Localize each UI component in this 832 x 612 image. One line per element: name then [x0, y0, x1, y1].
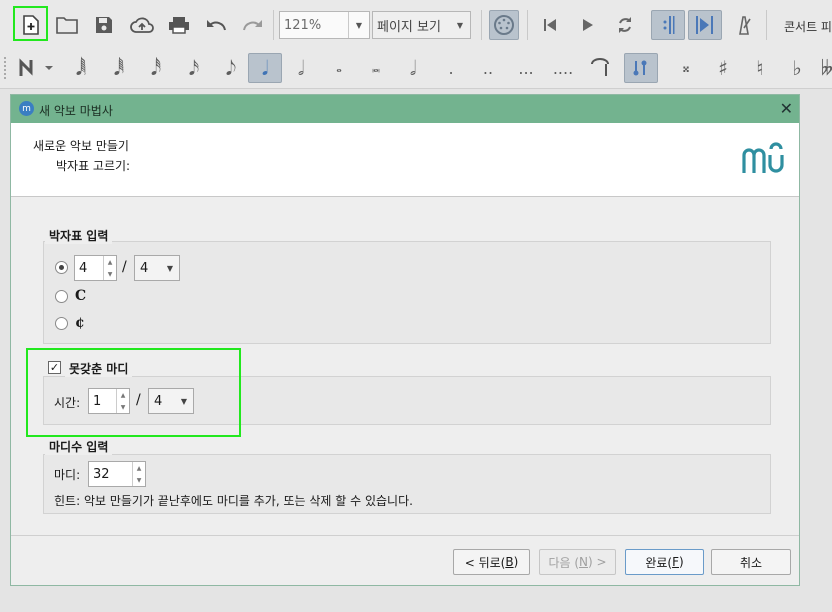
note-longa-icon[interactable]: 𝅗𝅥	[398, 53, 428, 83]
view-mode-value: 페이지 보기	[377, 19, 441, 35]
dialog-title-bar: m 새 악보 마법사 ✕	[11, 95, 799, 123]
pickup-measure-highlight	[26, 348, 241, 437]
time-signature-denominator-value: 4	[140, 260, 149, 276]
measures-hint: 힌트: 악보 만들기가 끝난후에도 마디를 추가, 또는 삭제 할 수 있습니다…	[54, 494, 413, 508]
note-input-mode-icon[interactable]	[14, 53, 58, 83]
wizard-page-subtitle: 박자표 고르기:	[56, 159, 131, 173]
measures-group-label: 마디수 입력	[45, 438, 113, 455]
concert-pitch-toggle[interactable]: 콘서트 피	[784, 18, 832, 35]
next-button-key: N	[579, 555, 588, 569]
undo-icon[interactable]	[201, 10, 231, 40]
loop-out-icon[interactable]	[688, 10, 722, 40]
cut-time-radio[interactable]	[55, 317, 68, 330]
chevron-down-icon: ▼	[456, 20, 464, 30]
voice-flip-icon[interactable]	[624, 53, 658, 83]
dot-triple-icon[interactable]: ...	[511, 53, 541, 83]
note-64th-icon[interactable]: 𝅘𝅥𝅲	[66, 53, 96, 83]
main-toolbar: 121% ▼ 페이지 보기 ▼ 콘서트 피	[0, 0, 832, 50]
spin-down-icon[interactable]: ▼	[137, 477, 142, 484]
view-mode-select[interactable]: 페이지 보기 ▼	[372, 11, 471, 39]
double-flat-icon[interactable]: 𝄫	[812, 53, 832, 83]
zoom-combo[interactable]: 121% ▼	[279, 11, 370, 39]
finish-button[interactable]: 완료(F)	[625, 549, 704, 575]
note-16th-icon[interactable]: 𝅘𝅥𝅰	[141, 53, 171, 83]
musescore-app-icon: m	[19, 101, 34, 116]
back-button-suffix: )	[513, 555, 519, 569]
dot-single-icon[interactable]: .	[436, 53, 466, 83]
finish-button-key: F	[672, 555, 679, 569]
toolbar-grip	[4, 57, 12, 79]
next-button-label: 다음 (	[548, 555, 580, 570]
finish-button-suffix: )	[678, 555, 684, 569]
dialog-header: 새로운 악보 만들기 박자표 고르기:	[11, 123, 799, 197]
footer-divider	[11, 535, 799, 536]
sharp-icon[interactable]: ♯	[708, 53, 738, 83]
print-icon[interactable]	[164, 10, 194, 40]
note-half-icon[interactable]: 𝅗𝅥	[286, 53, 316, 83]
back-button[interactable]: < 뒤로(B)	[453, 549, 530, 575]
note-quarter-icon[interactable]: 𝅘𝅥	[248, 53, 282, 83]
midi-input-icon[interactable]	[489, 10, 519, 40]
close-icon[interactable]: ✕	[780, 99, 793, 118]
chevron-down-icon: ▼	[166, 264, 173, 273]
measures-value: 32	[93, 466, 110, 482]
natural-icon[interactable]: ♮	[745, 53, 775, 83]
wizard-page-title: 새로운 악보 만들기	[33, 139, 129, 153]
note-whole-icon[interactable]: 𝅝	[324, 53, 354, 83]
next-button[interactable]: 다음 (N) >	[539, 549, 616, 575]
chevron-down-icon: ▼	[348, 12, 369, 38]
loop-icon[interactable]	[610, 10, 640, 40]
spin-down-icon[interactable]: ▼	[108, 271, 113, 278]
tie-icon[interactable]	[585, 53, 615, 83]
play-icon[interactable]	[573, 10, 603, 40]
zoom-value: 121%	[284, 17, 322, 33]
time-signature-numerator-value: 4	[79, 260, 88, 276]
new-score-wizard-dialog: m 새 악보 마법사 ✕ 새로운 악보 만들기 박자표 고르기: 박자표 입력 …	[10, 94, 800, 586]
open-folder-icon[interactable]	[52, 10, 82, 40]
flat-icon[interactable]: ♭	[782, 53, 812, 83]
time-signature-numerator-spinbox[interactable]: 4 ▲ ▼	[74, 255, 117, 281]
new-score-highlight	[13, 6, 48, 41]
save-icon[interactable]	[89, 10, 119, 40]
cut-time-symbol: ¢	[75, 315, 85, 331]
redo-icon[interactable]	[238, 10, 268, 40]
common-time-symbol: C	[75, 288, 87, 304]
back-button-key: B	[505, 555, 514, 569]
rewind-icon[interactable]	[535, 10, 565, 40]
time-signature-denominator-select[interactable]: 4 ▼	[134, 255, 180, 281]
measures-spinbox[interactable]: 32 ▲ ▼	[88, 461, 146, 487]
metronome-icon[interactable]	[729, 10, 759, 40]
time-signature-numeric-radio[interactable]	[55, 261, 68, 274]
spin-up-icon[interactable]: ▲	[137, 465, 142, 472]
dot-quad-icon[interactable]: ....	[548, 53, 578, 83]
musescore-logo-icon	[741, 141, 787, 178]
note-8th-icon[interactable]: 𝅘𝅥𝅯	[179, 53, 209, 83]
loop-in-icon[interactable]	[651, 10, 685, 40]
cancel-button[interactable]: 취소	[711, 549, 791, 575]
time-signature-slash: /	[122, 259, 127, 275]
dot-double-icon[interactable]: ..	[473, 53, 503, 83]
finish-button-label: 완료(	[645, 555, 673, 570]
note-breve-icon[interactable]: 𝅜	[361, 53, 391, 83]
cloud-upload-icon[interactable]	[127, 10, 157, 40]
spin-up-icon[interactable]: ▲	[108, 259, 113, 266]
common-time-radio[interactable]	[55, 290, 68, 303]
note-quarter-alt-icon[interactable]: 𝅘𝅥𝅮	[216, 53, 246, 83]
back-button-label: < 뒤로(	[464, 555, 506, 570]
double-sharp-icon[interactable]: 𝄪	[671, 53, 701, 83]
measures-label: 마디:	[54, 468, 81, 482]
dialog-title: 새 악보 마법사	[39, 104, 113, 118]
note-32nd-icon[interactable]: 𝅘𝅥𝅱	[104, 53, 134, 83]
next-button-suffix: ) >	[588, 555, 607, 569]
time-signature-group-label: 박자표 입력	[45, 227, 113, 244]
